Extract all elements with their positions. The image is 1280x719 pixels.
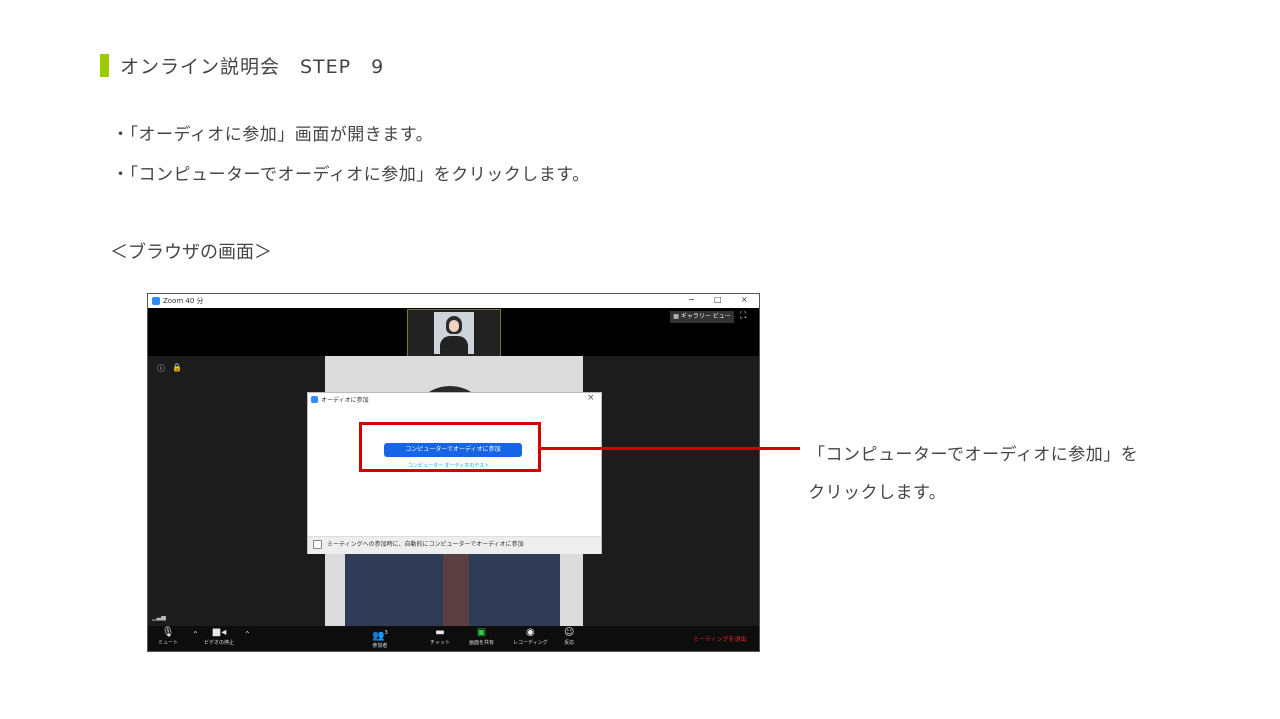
participants-count: 3 (384, 630, 388, 636)
mute-button[interactable]: 🎙 ミュート (158, 627, 178, 646)
dialog-title: オーディオに参加 (321, 397, 369, 404)
zoom-logo-icon (311, 396, 318, 403)
stop-video-label: ビデオの停止 (204, 640, 235, 646)
record-icon: ◉ (525, 627, 535, 638)
callout-text-line2: クリックします。 (808, 483, 947, 503)
stop-video-button[interactable]: ■◂ ビデオの停止 (204, 627, 234, 646)
info-icon[interactable]: ⓘ (157, 363, 165, 374)
fullscreen-icon[interactable]: ⛶ (740, 311, 746, 321)
callout-line (541, 447, 800, 450)
participant-photo (434, 312, 474, 354)
gallery-view-button[interactable]: ▦ ギャラリー ビュー (670, 311, 734, 323)
chat-button[interactable]: ▬ チャット (430, 627, 450, 646)
page-title: オンライン説明会 STEP 9 (120, 56, 385, 78)
reactions-button[interactable]: ☺ 反応 (564, 627, 574, 646)
instruction-1: ・「オーディオに参加」画面が開きます。 (112, 125, 434, 145)
zoom-logo-icon (152, 297, 160, 305)
record-button[interactable]: ◉ レコーディング (513, 627, 548, 646)
callout-text-line1: 「コンピューターでオーディオに参加」を (808, 445, 1139, 465)
participants-button[interactable]: 👥3 参加者 (372, 627, 388, 649)
minimize-button[interactable]: − (688, 295, 695, 304)
zoom-title-bar: Zoom 40 分 − □ × (148, 294, 759, 308)
instruction-2: ・「コンピューターでオーディオに参加」をクリックします。 (112, 165, 590, 185)
auto-join-checkbox[interactable] (313, 540, 322, 549)
chat-icon: ▬ (435, 627, 445, 638)
gallery-view-label: ギャラリー ビュー (680, 313, 731, 320)
mute-label: ミュート (158, 640, 179, 646)
chat-label: チャット (430, 640, 450, 646)
highlight-box (359, 422, 541, 472)
reaction-icon: ☺ (564, 627, 575, 638)
participants-icon: 👥3 (372, 630, 388, 642)
title-accent-bar (100, 54, 109, 77)
close-window-button[interactable]: × (741, 295, 748, 304)
share-label: 画面を共有 (469, 640, 495, 646)
microphone-icon: 🎙 (161, 627, 175, 638)
video-options-chevron-icon[interactable]: ⌃ (244, 630, 251, 639)
audio-options-chevron-icon[interactable]: ⌃ (192, 630, 199, 639)
jacket-shape (440, 336, 468, 354)
video-camera-icon: ■◂ (211, 627, 227, 638)
signal-icon: ▁▃▅ (152, 614, 166, 621)
screen-caption: ＜ブラウザの画面＞ (110, 242, 272, 263)
lock-icon[interactable]: 🔒 (172, 363, 182, 372)
reactions-label: 反応 (564, 640, 575, 646)
share-screen-button[interactable]: ▣ 画面を共有 (469, 627, 494, 646)
meeting-toolbar (148, 626, 759, 651)
grid-icon: ▦ (673, 313, 681, 320)
participants-label: 参加者 (372, 643, 388, 650)
join-audio-dialog: オーディオに参加 × コンピューターでオーディオに参加 コンピューター オーディ… (307, 392, 602, 554)
zoom-window-title: Zoom 40 分 (163, 297, 204, 305)
share-screen-icon: ▣ (476, 627, 487, 638)
dialog-close-button[interactable]: × (587, 393, 595, 403)
face-shape (449, 320, 459, 332)
participant-thumbnail[interactable] (407, 309, 501, 357)
record-label: レコーディング (513, 640, 548, 646)
auto-join-label: ミーティングへの参加時に、自動的にコンピューターでオーディオに参加 (327, 541, 524, 548)
maximize-button[interactable]: □ (714, 295, 722, 304)
zoom-screenshot: Zoom 40 分 − □ × ▦ ギャラリー ビュー ⛶ ⓘ 🔒 ▁▃▅ オー… (147, 293, 760, 652)
leave-meeting-button[interactable]: ミーティングを退出 (693, 634, 747, 643)
